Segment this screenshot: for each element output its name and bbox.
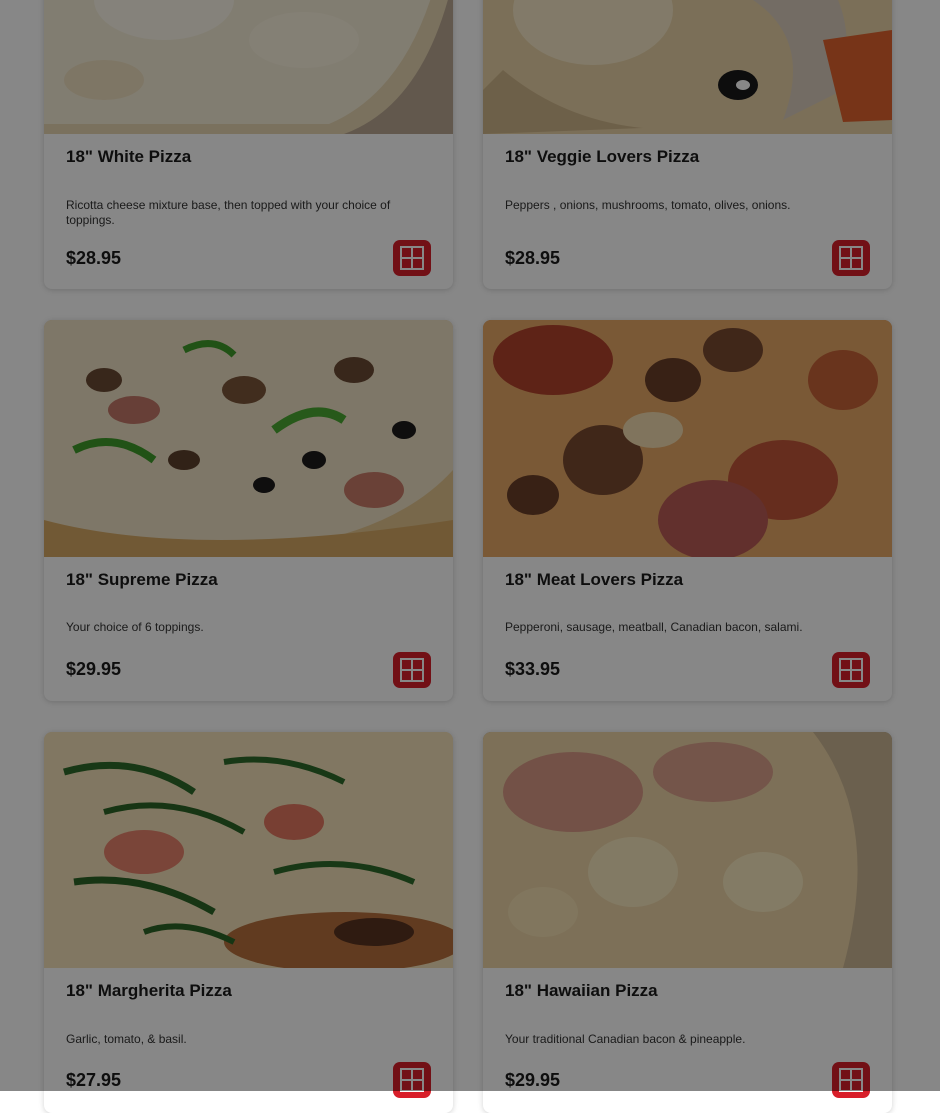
meat-lovers-pizza-photo: [483, 320, 892, 557]
item-description: Peppers , onions, mushrooms, tomato, oli…: [505, 198, 791, 212]
add-to-cart-button[interactable]: [393, 240, 431, 276]
add-to-cart-button[interactable]: [393, 1062, 431, 1098]
veggie-pizza-photo: [483, 0, 892, 134]
plus-icon: [839, 1068, 863, 1092]
supreme-pizza-photo: [44, 320, 453, 557]
plus-icon: [400, 658, 424, 682]
plus-icon: [400, 246, 424, 270]
item-title: 18" Meat Lovers Pizza: [505, 570, 684, 589]
item-description: Ricotta cheese mixture base, then topped…: [66, 198, 391, 227]
item-price: $29.95: [66, 659, 122, 679]
margherita-pizza-photo: [44, 732, 453, 968]
add-to-cart-button[interactable]: [832, 1062, 870, 1098]
item-price: $27.95: [66, 1070, 122, 1090]
item-title: 18" Supreme Pizza: [66, 570, 218, 589]
plus-icon: [839, 658, 863, 682]
add-to-cart-button[interactable]: [832, 652, 870, 688]
item-title: 18" Veggie Lovers Pizza: [505, 147, 700, 166]
plus-icon: [839, 246, 863, 270]
white-pizza-photo: [44, 0, 453, 134]
menu-item-card[interactable]: 18" White Pizza Ricotta cheese mixture b…: [44, 0, 453, 289]
item-description: Pepperoni, sausage, meatball, Canadian b…: [505, 620, 803, 634]
item-title: 18" Margherita Pizza: [66, 981, 232, 1000]
item-description: Your choice of 6 toppings.: [66, 620, 204, 634]
item-title: 18" White Pizza: [66, 147, 192, 166]
add-to-cart-button[interactable]: [832, 240, 870, 276]
item-description: Your traditional Canadian bacon & pineap…: [505, 1032, 746, 1046]
hawaiian-pizza-photo: [483, 732, 892, 968]
menu-item-card[interactable]: 18" Margherita Pizza Garlic, tomato, & b…: [44, 732, 453, 1113]
menu-item-card[interactable]: 18" Hawaiian Pizza Your traditional Cana…: [483, 732, 892, 1113]
menu-item-card[interactable]: 18" Meat Lovers Pizza Pepperoni, sausage…: [483, 320, 892, 701]
menu-item-card[interactable]: 18" Veggie Lovers Pizza Peppers , onions…: [483, 0, 892, 289]
item-price: $28.95: [505, 248, 561, 268]
plus-icon: [400, 1068, 424, 1092]
menu-item-card[interactable]: 18" Supreme Pizza Your choice of 6 toppi…: [44, 320, 453, 701]
item-price: $29.95: [505, 1070, 561, 1090]
item-description: Garlic, tomato, & basil.: [66, 1032, 187, 1046]
add-to-cart-button[interactable]: [393, 652, 431, 688]
item-price: $33.95: [505, 659, 561, 679]
item-title: 18" Hawaiian Pizza: [505, 981, 658, 1000]
item-price: $28.95: [66, 248, 122, 268]
